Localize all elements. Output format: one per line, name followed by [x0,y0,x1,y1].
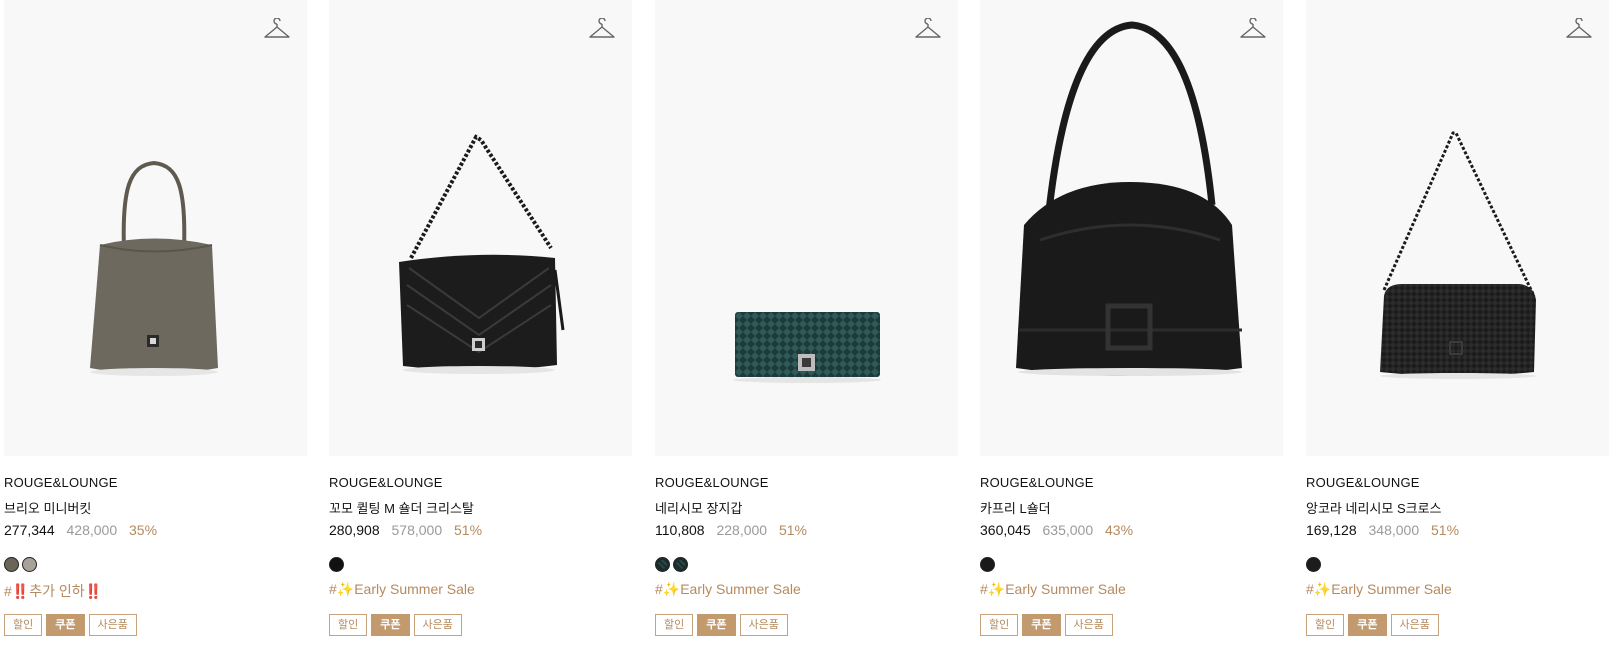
price-row: 169,128 348,000 51% [1306,522,1459,538]
color-swatch[interactable] [980,557,995,572]
discount-rate: 35% [129,522,158,538]
coupon-badge: 쿠폰 [697,614,736,636]
sale-price: 110,808 [655,522,705,538]
original-price: 635,000 [1042,522,1094,538]
sale-price: 169,128 [1306,522,1357,538]
badge-group: 할인 쿠폰 사은품 [980,614,1113,636]
product-card[interactable]: ROUGE&LOUNGE 앙코라 네리시모 S크로스 169,128 348,0… [1306,0,1609,645]
black-woven-crossbody-bag-image [1380,131,1536,379]
product-image[interactable] [329,0,632,456]
hanger-icon[interactable] [914,18,942,42]
price-row: 277,344 428,000 35% [4,522,157,538]
discount-badge: 할인 [329,614,368,636]
brand-name: ROUGE&LOUNGE [980,475,1094,490]
discount-badge: 할인 [4,614,43,636]
color-swatches [329,557,344,572]
gift-badge: 사은품 [1064,614,1113,636]
taupe-bucket-bag-image [90,160,218,376]
brand-name: ROUGE&LOUNGE [1306,475,1420,490]
discount-rate: 43% [1105,522,1134,538]
color-swatches [1306,557,1321,572]
gift-badge: 사은품 [88,614,137,636]
product-image[interactable] [655,0,958,456]
price-row: 280,908 578,000 51% [329,522,482,538]
product-image[interactable] [4,0,307,456]
original-price: 348,000 [1368,522,1420,538]
promo-tag[interactable]: #✨Early Summer Sale [329,581,475,598]
price-row: 110,808 228,000 51% [655,522,807,538]
color-swatch[interactable] [1306,557,1321,572]
original-price: 578,000 [391,522,443,538]
original-price: 428,000 [66,522,118,538]
hanger-icon[interactable] [1565,18,1593,42]
product-card[interactable]: ROUGE&LOUNGE 네리시모 장지갑 110,808 228,000 51… [655,0,958,645]
product-grid: ROUGE&LOUNGE 브리오 미니버킷 277,344 428,000 35… [0,0,1611,645]
color-swatch[interactable] [22,557,37,572]
brand-name: ROUGE&LOUNGE [4,475,118,490]
promo-tag[interactable]: #✨Early Summer Sale [655,581,801,598]
coupon-badge: 쿠폰 [371,614,410,636]
product-image[interactable] [980,0,1283,456]
color-swatch[interactable] [4,557,19,572]
hanger-icon[interactable] [263,18,291,42]
discount-badge: 할인 [655,614,694,636]
gift-badge: 사은품 [413,614,462,636]
discount-rate: 51% [778,522,807,538]
badge-group: 할인 쿠폰 사은품 [655,614,788,636]
product-name[interactable]: 네리시모 장지갑 [655,498,742,517]
color-swatch[interactable] [673,557,688,572]
discount-rate: 51% [454,522,483,538]
sale-price: 277,344 [4,522,55,538]
sale-price: 280,908 [329,522,380,538]
color-swatch[interactable] [655,557,670,572]
color-swatches [4,557,37,572]
gift-badge: 사은품 [739,614,788,636]
hanger-icon[interactable] [1239,18,1267,42]
discount-badge: 할인 [980,614,1019,636]
green-long-wallet-image [733,312,881,383]
original-price: 228,000 [716,522,768,538]
product-image[interactable] [1306,0,1609,456]
color-swatches [980,557,995,572]
promo-tag[interactable]: #✨Early Summer Sale [980,581,1126,598]
coupon-badge: 쿠폰 [1348,614,1387,636]
product-name[interactable]: 앙코라 네리시모 S크로스 [1306,498,1442,517]
brand-name: ROUGE&LOUNGE [655,475,769,490]
product-name[interactable]: 꼬모 퀼팅 M 숄더 크리스탈 [329,498,474,517]
product-card[interactable]: ROUGE&LOUNGE 꼬모 퀼팅 M 숄더 크리스탈 280,908 578… [329,0,632,645]
product-name[interactable]: 브리오 미니버킷 [4,498,91,517]
promo-tag[interactable]: #✨Early Summer Sale [1306,581,1452,598]
discount-badge: 할인 [1306,614,1345,636]
gift-badge: 사은품 [1390,614,1439,636]
coupon-badge: 쿠폰 [1022,614,1061,636]
color-swatch[interactable] [329,557,344,572]
price-row: 360,045 635,000 43% [980,522,1133,538]
badge-group: 할인 쿠폰 사은품 [1306,614,1439,636]
product-card[interactable]: ROUGE&LOUNGE 카프리 L숄더 360,045 635,000 43%… [980,0,1283,645]
color-swatches [655,557,688,572]
brand-name: ROUGE&LOUNGE [329,475,443,490]
discount-rate: 51% [1431,522,1460,538]
promo-tag[interactable]: #‼️추가 인하‼️ [4,581,102,601]
sale-price: 360,045 [980,522,1031,538]
badge-group: 할인 쿠폰 사은품 [329,614,462,636]
black-large-shoulder-bag-image [1016,21,1242,376]
badge-group: 할인 쿠폰 사은품 [4,614,137,636]
product-card[interactable]: ROUGE&LOUNGE 브리오 미니버킷 277,344 428,000 35… [4,0,307,645]
hanger-icon[interactable] [588,18,616,42]
product-name[interactable]: 카프리 L숄더 [980,498,1051,517]
black-quilted-shoulder-bag-image [399,134,565,374]
coupon-badge: 쿠폰 [46,614,85,636]
